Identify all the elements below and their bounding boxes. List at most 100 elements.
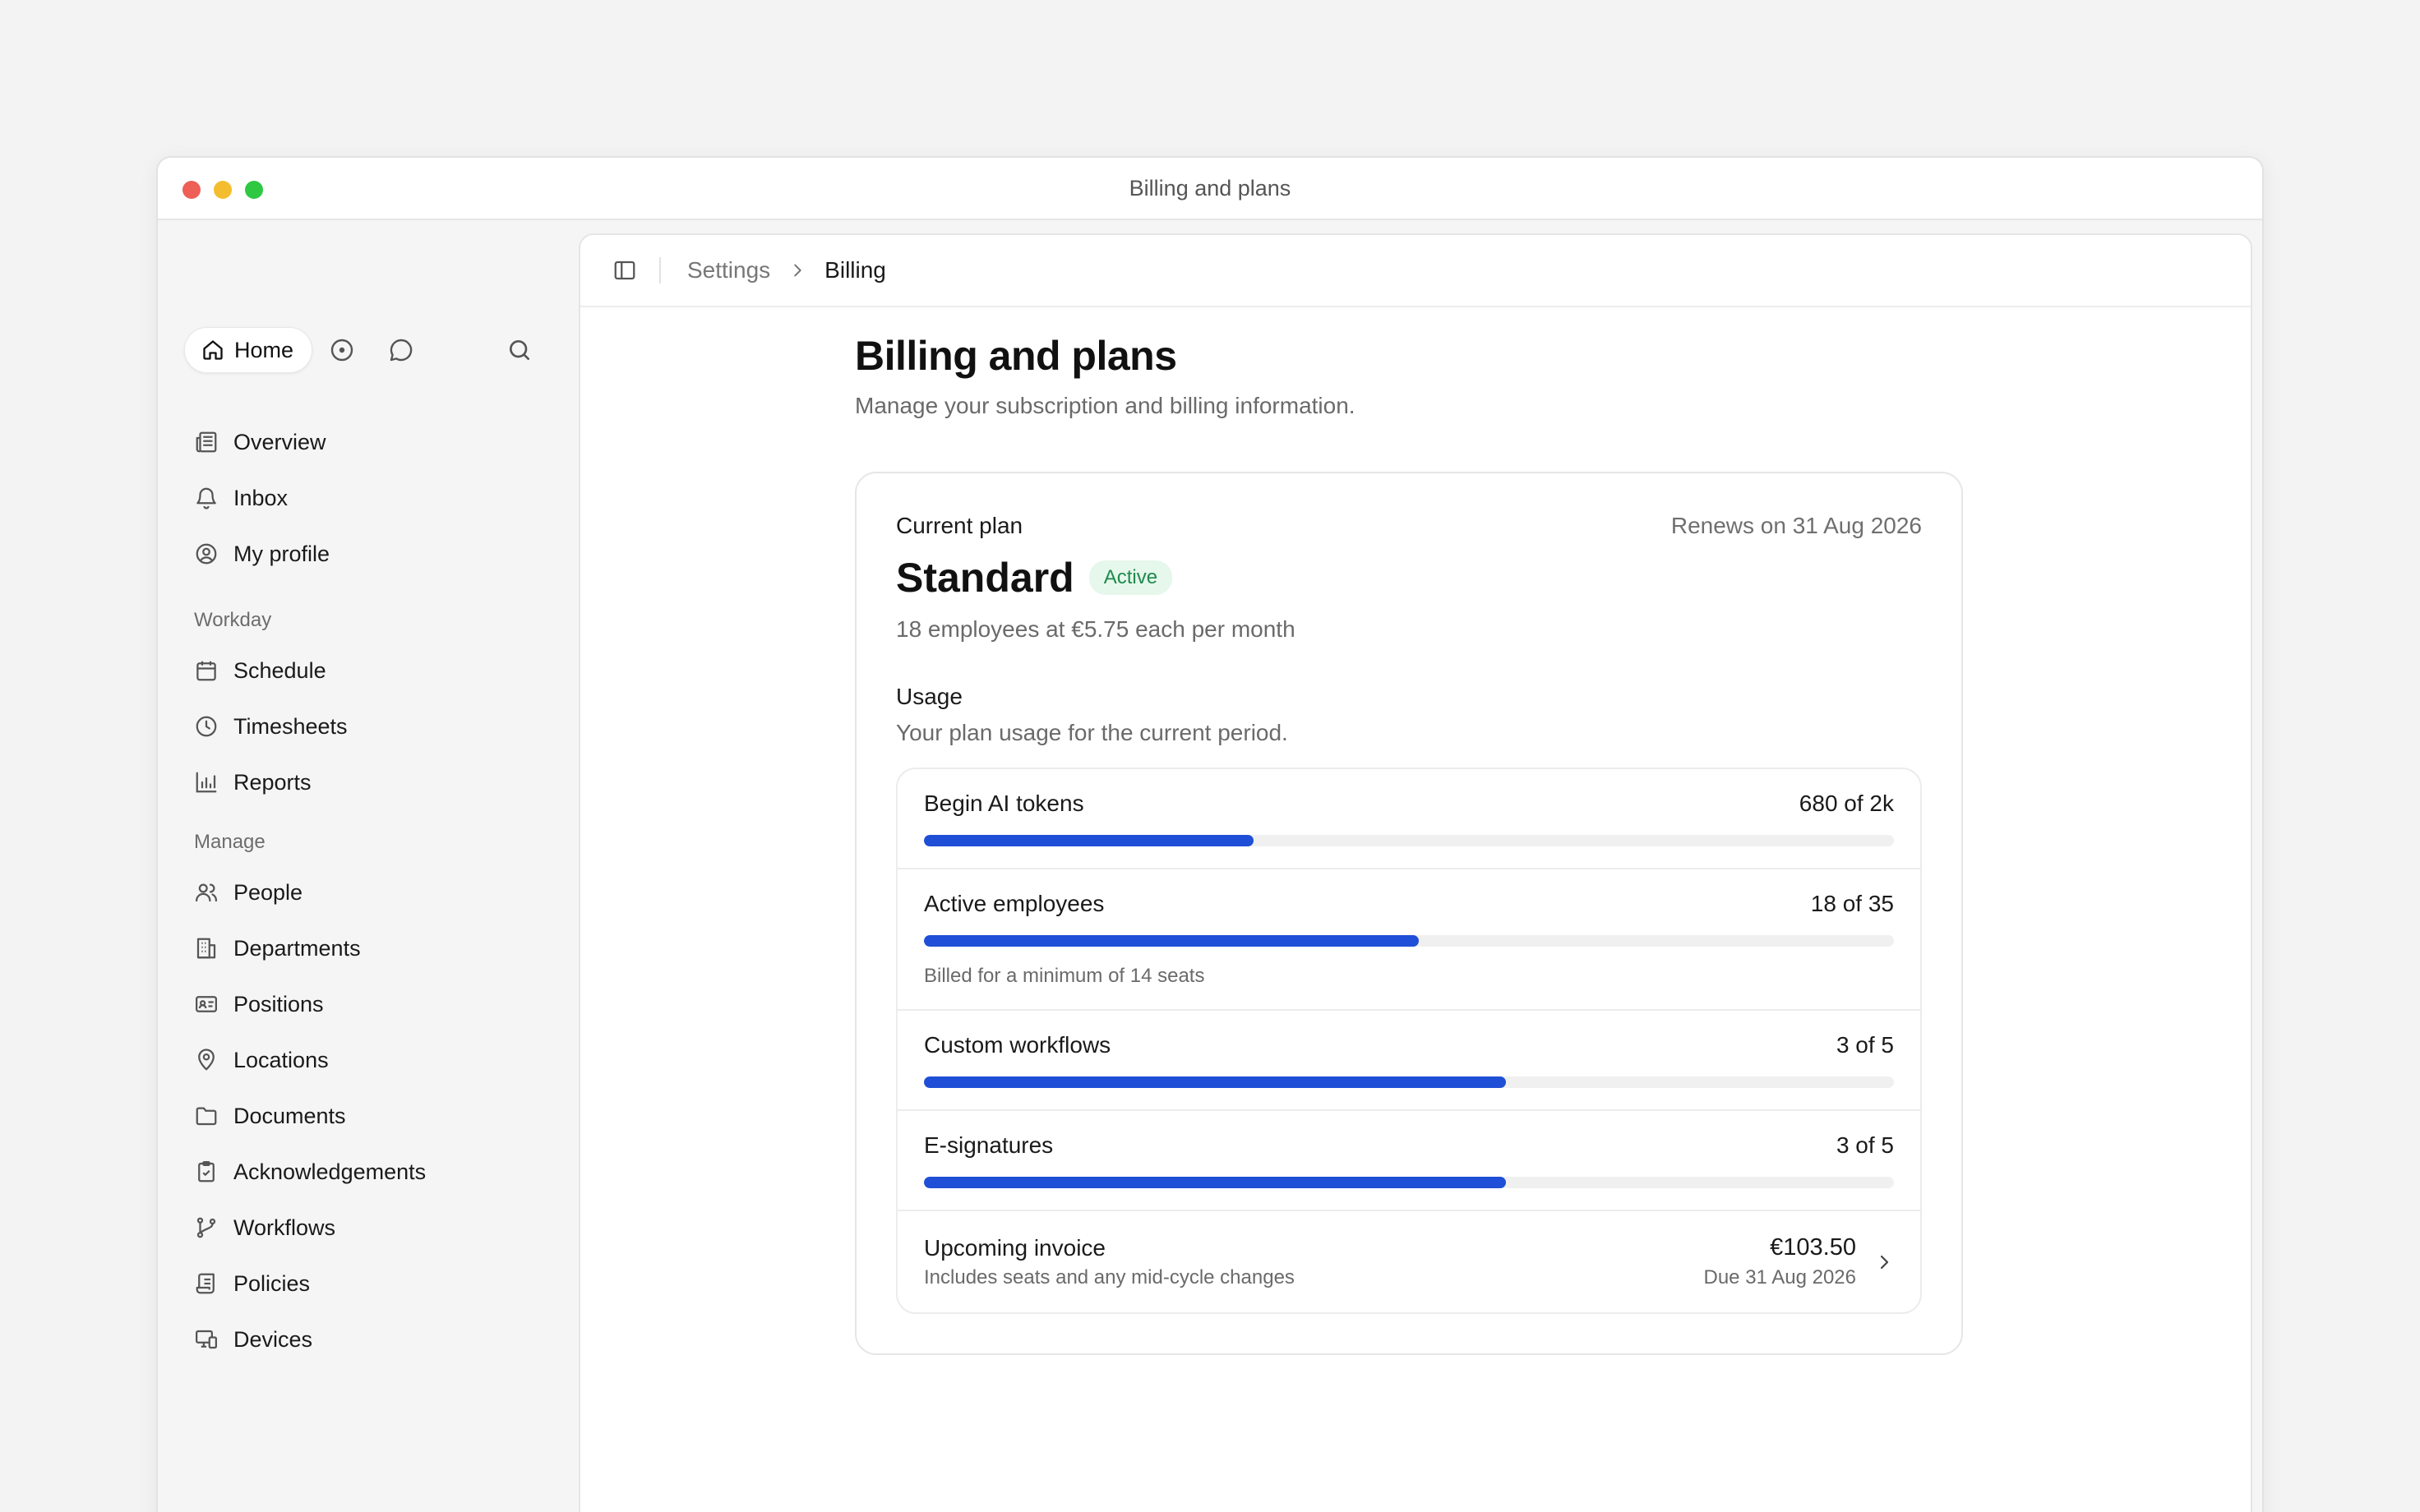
- invoice-subtitle: Includes seats and any mid-cycle changes: [924, 1265, 1295, 1288]
- sidebar-item-label: Timesheets: [233, 713, 348, 739]
- chevron-right-icon: [788, 261, 806, 279]
- sidebar-item-inbox[interactable]: Inbox: [194, 470, 556, 526]
- git-branch-icon: [196, 1217, 216, 1238]
- sidebar-item-schedule[interactable]: Schedule: [194, 643, 556, 698]
- sidebar-item-label: Acknowledgements: [233, 1159, 427, 1184]
- sidebar-item-label: Inbox: [233, 485, 289, 510]
- usage-label: Custom workflows: [924, 1032, 1111, 1058]
- section-label-workday: Workday: [194, 609, 272, 631]
- usage-label: Active employees: [924, 891, 1105, 916]
- primary-nav: Overview Inbox My profile Workday Schedu…: [194, 414, 556, 1367]
- chat-bubble-icon: [390, 339, 413, 362]
- sidebar-item-departments[interactable]: Departments: [194, 920, 556, 976]
- circle-dot-icon: [330, 339, 353, 362]
- sidebar: Home Overview Inbox My profile Workday S…: [158, 220, 579, 1512]
- usage-progress-track: [924, 835, 1894, 846]
- breadcrumb-settings[interactable]: Settings: [687, 257, 770, 284]
- bar-chart-icon: [196, 772, 217, 793]
- sidebar-item-my-profile[interactable]: My profile: [194, 526, 556, 582]
- sidebar-item-acknowledgements[interactable]: Acknowledgements: [194, 1144, 556, 1200]
- section-label-manage: Manage: [194, 831, 266, 853]
- clock-icon: [196, 716, 217, 737]
- toggle-sidebar-button[interactable]: [610, 256, 640, 285]
- usage-progress-fill: [924, 935, 1419, 947]
- search-button[interactable]: [503, 334, 536, 366]
- usage-progress-track: [924, 1076, 1894, 1088]
- usage-progress-track: [924, 1177, 1894, 1188]
- usage-row-custom-workflows: Custom workflows 3 of 5: [898, 1011, 1920, 1111]
- app-window: Billing and plans Home Overview Inbox My…: [156, 156, 2264, 1512]
- billing-content: Billing and plans Manage your subscripti…: [855, 332, 1963, 1355]
- upcoming-invoice-row[interactable]: Upcoming invoice Includes seats and any …: [898, 1211, 1920, 1312]
- page-title: Billing and plans: [855, 333, 1177, 379]
- current-plan-label: Current plan: [896, 513, 1023, 538]
- sidebar-item-people[interactable]: People: [194, 864, 556, 920]
- usage-progress-fill: [924, 1076, 1506, 1088]
- sidebar-item-label: Devices: [233, 1326, 313, 1352]
- sidebar-item-label: Positions: [233, 991, 324, 1016]
- title-bar: Billing and plans: [158, 158, 2262, 220]
- sidebar-item-workflows[interactable]: Workflows: [194, 1200, 556, 1256]
- sidebar-item-label: Policies: [233, 1270, 311, 1296]
- map-pin-icon: [198, 1049, 215, 1071]
- folder-icon: [196, 1107, 217, 1126]
- usage-list: Begin AI tokens 680 of 2k Active employe…: [896, 768, 1922, 1314]
- messages-button[interactable]: [385, 334, 418, 366]
- usage-value: 3 of 5: [1836, 1132, 1894, 1158]
- usage-progress-fill: [924, 835, 1254, 846]
- usage-value: 3 of 5: [1836, 1032, 1894, 1058]
- sidebar-item-locations[interactable]: Locations: [194, 1032, 556, 1088]
- sidebar-item-timesheets[interactable]: Timesheets: [194, 698, 556, 754]
- window-title: Billing and plans: [1129, 176, 1291, 201]
- home-button[interactable]: Home: [184, 327, 313, 373]
- usage-value: 680 of 2k: [1799, 791, 1894, 816]
- search-icon: [510, 340, 529, 360]
- usage-progress-fill: [924, 1177, 1506, 1188]
- sidebar-top-nav: Home: [184, 327, 546, 375]
- usage-value: 18 of 35: [1810, 891, 1894, 916]
- usage-row-ai-tokens: Begin AI tokens 680 of 2k: [898, 769, 1920, 869]
- activity-button[interactable]: [326, 334, 358, 366]
- invoice-title: Upcoming invoice: [924, 1234, 1106, 1261]
- newspaper-icon: [196, 431, 217, 453]
- plan-name: Standard: [896, 555, 1074, 601]
- sidebar-item-documents[interactable]: Documents: [194, 1088, 556, 1144]
- calendar-icon: [196, 661, 216, 681]
- sidebar-item-label: Schedule: [233, 657, 326, 683]
- main-header: Settings Billing: [580, 235, 2251, 307]
- invoice-amount: €103.50: [1770, 1234, 1856, 1261]
- chevron-right-icon: [1880, 1255, 1889, 1269]
- sidebar-item-policies[interactable]: Policies: [194, 1256, 556, 1311]
- sidebar-item-devices[interactable]: Devices: [194, 1311, 556, 1367]
- sidebar-item-label: Workflows: [233, 1215, 336, 1240]
- main-panel: Settings Billing Billing and plans Manag…: [579, 233, 2252, 1512]
- id-card-icon: [196, 996, 217, 1012]
- current-plan-card: Current plan Renews on 31 Aug 2026 Stand…: [855, 472, 1963, 1355]
- building-icon: [196, 938, 216, 959]
- usage-row-active-employees: Active employees 18 of 35 Billed for a m…: [898, 869, 1920, 1011]
- page-subtitle: Manage your subscription and billing inf…: [855, 393, 1355, 418]
- breadcrumb: Settings Billing: [661, 257, 886, 284]
- sidebar-item-reports[interactable]: Reports: [194, 754, 556, 810]
- users-icon: [196, 883, 218, 902]
- devices-icon: [196, 1330, 217, 1349]
- breadcrumb-billing: Billing: [824, 257, 886, 283]
- sidebar-item-overview[interactable]: Overview: [194, 414, 556, 470]
- sidebar-item-label: Reports: [233, 769, 312, 795]
- status-badge: Active: [1088, 560, 1173, 595]
- usage-label: E-signatures: [924, 1132, 1054, 1158]
- invoice-due-date: Due 31 Aug 2026: [1703, 1266, 1857, 1288]
- sidebar-panel-icon: [614, 260, 635, 280]
- sidebar-item-positions[interactable]: Positions: [194, 976, 556, 1032]
- sidebar-item-label: Departments: [233, 935, 361, 961]
- usage-title: Usage: [896, 684, 963, 709]
- sidebar-item-label: People: [233, 879, 303, 905]
- sidebar-item-label: Documents: [233, 1103, 346, 1128]
- home-label: Home: [234, 337, 294, 362]
- sidebar-item-label: Overview: [233, 429, 326, 454]
- user-circle-icon: [196, 543, 217, 565]
- usage-progress-track: [924, 935, 1894, 947]
- plan-price-text: 18 employees at €5.75 each per month: [896, 616, 1295, 642]
- usage-row-e-signatures: E-signatures 3 of 5: [898, 1111, 1920, 1211]
- scroll-icon: [196, 1273, 215, 1294]
